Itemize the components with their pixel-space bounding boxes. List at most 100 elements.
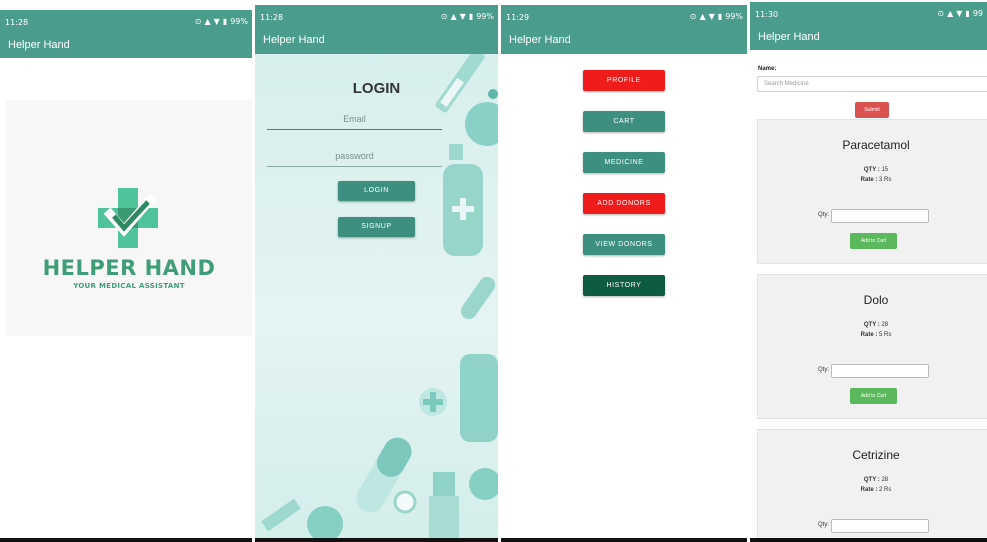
profile-button[interactable]: PROFILE (583, 70, 665, 91)
add-to-cart-button[interactable]: Add to Cart (850, 388, 897, 404)
signup-button[interactable]: SIGNUP (338, 217, 415, 237)
cross-check-logo-icon (98, 188, 158, 248)
login-screen: 11:28 ⊙ ▲ ▼ ▮ 99% Helper Hand LOGIN Emai… (255, 0, 498, 542)
medicine-qty: QTY : 28 (758, 477, 987, 483)
qty-input[interactable] (831, 519, 929, 533)
status-icons: ⊙ ▲ ▼ ▮ 99 (937, 9, 983, 18)
status-icons: ⊙ ▲ ▼ ▮ 99% (441, 12, 494, 21)
signal-icon: ▲ (204, 17, 211, 26)
battery-icon: ▮ (965, 9, 970, 18)
view-donors-button[interactable]: VIEW DONORS (583, 234, 665, 255)
status-icons: ⊙ ▲ ▼ ▮ 99% (195, 17, 248, 26)
medicine-card: Paracetamol QTY : 15 Rate : 3 Rs Qty: Ad… (757, 119, 987, 264)
alarm-icon: ⊙ (194, 17, 202, 26)
qty-value: 28 (881, 322, 889, 328)
logo-panel: HELPER HAND YOUR MEDICAL ASSISTANT (6, 100, 252, 336)
login-heading: LOGIN (352, 80, 401, 97)
status-time: 11:28 (5, 18, 29, 27)
medicine-name: Cetrizine (852, 448, 900, 462)
qty-input[interactable] (831, 209, 929, 223)
email-field[interactable]: Email (267, 110, 442, 130)
app-title: Helper Hand (758, 31, 820, 43)
login-button-label: LOGIN (364, 187, 389, 194)
qty-field-label: Qty: (818, 367, 830, 373)
nav-bar-edge (255, 538, 498, 542)
nav-bar-edge (0, 538, 252, 542)
signup-button-label: SIGNUP (361, 223, 392, 230)
medicine-button[interactable]: MEDICINE (583, 152, 665, 173)
medicine-rate: Rate : 5 Rs (758, 332, 987, 338)
battery-icon: ▮ (222, 17, 228, 26)
medicine-screen: 11:30 ⊙ ▲ ▼ ▮ 99 Helper Hand Name: Searc… (750, 0, 987, 542)
medicine-card: Dolo QTY : 28 Rate : 5 Rs Qty: Add to Ca… (757, 274, 987, 419)
status-icons: ⊙ ▲ ▼ ▮ 99% (690, 12, 743, 21)
qty-value: 15 (881, 167, 889, 173)
add-donors-button[interactable]: ADD DONORS (583, 193, 665, 214)
medicine-card: Cetrizine QTY : 28 Rate : 2 Rs Qty: (757, 429, 987, 542)
qty-field-label: Qty: (818, 212, 830, 218)
add-to-cart-button[interactable]: Add to Cart (850, 233, 897, 249)
search-medicine-input[interactable]: Search Medicine (757, 76, 987, 92)
status-time: 11:30 (755, 10, 779, 19)
battery-level: 99 (972, 9, 983, 18)
cart-button[interactable]: CART (583, 111, 665, 132)
qty-field-label: Qty: (818, 522, 830, 528)
rate-key: Rate : (860, 177, 878, 183)
medicine-qty: QTY : 15 (758, 167, 987, 173)
nav-bar-edge (501, 538, 747, 542)
splash-screen: 11:28 ⊙ ▲ ▼ ▮ 99% Helper Hand HELPER HAN… (0, 0, 252, 542)
status-time: 11:28 (260, 13, 284, 22)
wifi-icon: ▼ (708, 12, 715, 21)
logo-tagline: YOUR MEDICAL ASSISTANT (73, 282, 185, 290)
menu-screen: 11:29 ⊙ ▲ ▼ ▮ 99% Helper Hand PROFILE CA… (501, 0, 747, 542)
signal-icon: ▲ (699, 12, 706, 21)
history-button[interactable]: HISTORY (583, 275, 665, 296)
wifi-icon: ▼ (213, 17, 220, 26)
qty-input[interactable] (831, 364, 929, 378)
nav-bar-edge (750, 538, 987, 542)
medicine-rate: Rate : 3 Rs (758, 177, 987, 183)
app-title: Helper Hand (8, 39, 70, 51)
logo-title: HELPER HAND (42, 256, 216, 280)
app-title: Helper Hand (509, 34, 571, 46)
login-button[interactable]: LOGIN (338, 181, 415, 201)
alarm-icon: ⊙ (689, 12, 697, 21)
rate-value: 5 Rs (879, 332, 892, 338)
rate-value: 3 Rs (879, 177, 892, 183)
battery-level: 99% (476, 12, 494, 21)
signal-icon: ▲ (450, 12, 457, 21)
battery-level: 99% (230, 17, 248, 26)
status-bar: 11:30 ⊙ ▲ ▼ ▮ 99 (750, 2, 987, 26)
password-field[interactable]: password (267, 147, 442, 167)
medicine-rate: Rate : 2 Rs (758, 487, 987, 493)
wifi-icon: ▼ (459, 12, 466, 21)
qty-value: 28 (881, 477, 889, 483)
rate-key: Rate : (860, 332, 878, 338)
status-bar: 11:29 ⊙ ▲ ▼ ▮ 99% (501, 5, 747, 29)
qty-key: QTY : (863, 167, 880, 173)
status-time: 11:29 (506, 13, 530, 22)
battery-icon: ▮ (717, 12, 723, 21)
signal-icon: ▲ (947, 9, 954, 18)
medicine-qty: QTY : 28 (758, 322, 987, 328)
battery-icon: ▮ (468, 12, 474, 21)
app-bar: Helper Hand (501, 29, 747, 54)
medicine-name: Paracetamol (842, 138, 910, 152)
qty-key: QTY : (863, 322, 880, 328)
app-title: Helper Hand (263, 34, 325, 46)
app-bar: Helper Hand (255, 29, 498, 54)
wifi-icon: ▼ (956, 9, 963, 18)
qty-key: QTY : (863, 477, 880, 483)
submit-button[interactable]: Submit (855, 102, 889, 118)
battery-level: 99% (725, 12, 743, 21)
name-label: Name: (758, 66, 777, 72)
rate-value: 2 Rs (879, 487, 892, 493)
alarm-icon: ⊙ (440, 12, 448, 21)
status-bar: 11:28 ⊙ ▲ ▼ ▮ 99% (0, 10, 252, 34)
medicine-name: Dolo (863, 293, 889, 307)
status-bar: 11:28 ⊙ ▲ ▼ ▮ 99% (255, 5, 498, 29)
alarm-icon: ⊙ (937, 9, 945, 18)
app-bar: Helper Hand (750, 26, 987, 50)
app-bar: Helper Hand (0, 34, 252, 58)
rate-key: Rate : (860, 487, 878, 493)
